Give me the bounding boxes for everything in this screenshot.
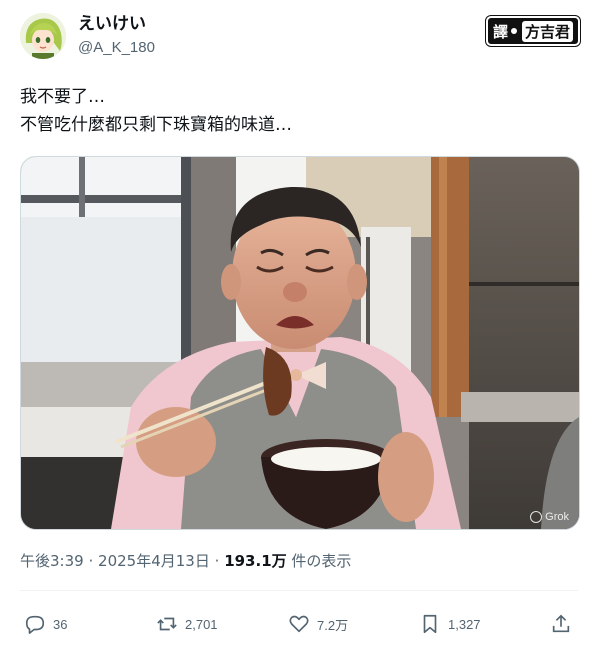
post-date[interactable]: 2025年4月13日: [98, 552, 210, 570]
display-name[interactable]: えいけい: [78, 13, 146, 35]
share-button[interactable]: [550, 608, 572, 640]
photo-image: [21, 157, 579, 529]
repost-button[interactable]: 2,701: [156, 608, 218, 640]
repost-icon: [157, 617, 177, 631]
divider: [20, 590, 578, 591]
repost-count: 2,701: [185, 616, 218, 632]
watermark-prefix: 譯: [493, 22, 509, 41]
reply-button[interactable]: 36: [24, 608, 67, 640]
post: えいけい @A_K_180 譯 方吉君 我不要了… 不管吃什麼都只剩下珠寶箱的味…: [0, 0, 598, 653]
bookmark-button[interactable]: 1,327: [419, 608, 481, 640]
meta-separator: ·: [88, 552, 94, 570]
grok-icon: [530, 511, 543, 523]
bookmark-count: 1,327: [448, 616, 481, 632]
avatar[interactable]: [20, 13, 66, 59]
watermark-dot-icon: [511, 28, 518, 34]
post-time[interactable]: 午後3:39: [20, 552, 84, 570]
like-count: 7.2万: [317, 617, 349, 633]
post-text-line: 不管吃什麼都只剩下珠寶箱的味道…: [20, 115, 292, 135]
grok-badge-label: Grok: [545, 511, 569, 523]
like-button[interactable]: 7.2万: [288, 608, 348, 640]
post-meta: 午後3:39 · 2025年4月13日 · 193.1万 件の表示: [20, 551, 351, 571]
reply-icon: [25, 615, 45, 634]
translator-watermark: 譯 方吉君: [486, 16, 581, 46]
view-count-label: 件の表示: [291, 552, 352, 570]
view-count: 193.1万: [224, 552, 287, 570]
action-bar: 36 2,701 7.2万 1,327: [0, 608, 598, 640]
meta-separator: ·: [214, 552, 220, 570]
avatar-image: [20, 13, 66, 59]
post-photo[interactable]: Grok: [20, 156, 580, 530]
share-icon: [552, 614, 570, 633]
grok-badge: Grok: [530, 511, 569, 523]
reply-count: 36: [53, 616, 68, 632]
user-handle[interactable]: @A_K_180: [78, 38, 155, 58]
heart-icon: [289, 615, 309, 633]
bookmark-icon: [423, 614, 437, 634]
post-text: 我不要了… 不管吃什麼都只剩下珠寶箱的味道…: [20, 83, 292, 139]
watermark-brand: 方吉君: [522, 20, 574, 42]
post-text-line: 我不要了…: [20, 87, 105, 107]
